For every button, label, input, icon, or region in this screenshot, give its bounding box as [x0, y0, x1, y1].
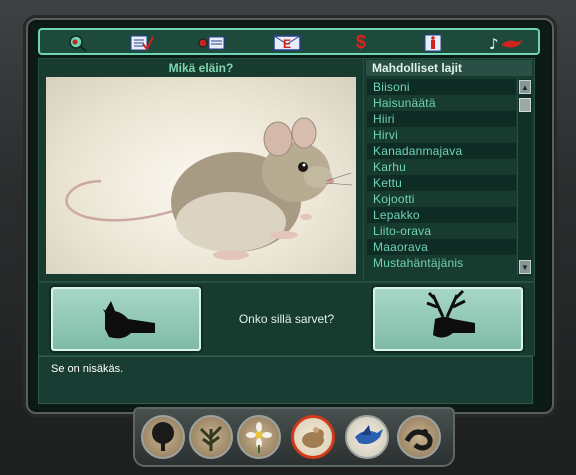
list-item[interactable]: Maaorava	[367, 239, 516, 255]
svg-text:E: E	[283, 37, 291, 51]
species-list-title: Mahdolliset lajit	[366, 60, 532, 76]
hornless-deer-head-silhouette-icon	[53, 289, 199, 349]
list-item[interactable]: Kanadanmajava	[367, 143, 516, 159]
list-item[interactable]: Kojootti	[367, 191, 516, 207]
mouse-illustration	[46, 77, 356, 274]
list-item[interactable]: Mustahäntäjänis	[367, 255, 516, 271]
music-bird-icon[interactable]: ♪	[486, 33, 526, 52]
reptile-icon[interactable]	[397, 415, 441, 459]
plant-icon[interactable]	[189, 415, 233, 459]
species-panel: Mahdolliset lajit Biisoni Haisunäätä Hii…	[363, 58, 535, 282]
scroll-down-button[interactable]: ▼	[519, 260, 531, 274]
decision-panel: Onko sillä sarvet?	[38, 282, 535, 356]
email-icon[interactable]: E	[272, 33, 302, 52]
checklist-icon[interactable]	[126, 33, 156, 52]
tree-icon[interactable]	[141, 415, 185, 459]
dollar-icon[interactable]: $	[346, 32, 376, 52]
output-panel: Se on nisäkäs.	[38, 356, 533, 404]
identification-question: Onko sillä sarvet?	[238, 312, 335, 326]
bird-icon[interactable]	[345, 415, 389, 459]
no-horns-button[interactable]	[51, 287, 201, 351]
mammal-icon[interactable]	[291, 415, 335, 459]
list-item[interactable]: Karhu	[367, 159, 516, 175]
category-tray	[133, 407, 455, 467]
toolbar: E $ ♪	[38, 28, 540, 55]
antlered-deer-head-silhouette-icon	[375, 289, 521, 349]
output-text: Se on nisäkäs.	[51, 363, 124, 375]
species-scrollbar[interactable]: ▲ ▼	[517, 79, 532, 276]
has-horns-button[interactable]	[373, 287, 523, 351]
list-item[interactable]: Hirvi	[367, 127, 516, 143]
info-icon[interactable]	[418, 33, 448, 52]
scroll-thumb[interactable]	[519, 98, 531, 112]
list-item[interactable]: Lepakko	[367, 207, 516, 223]
search-magnifier-icon[interactable]	[62, 33, 92, 52]
list-item[interactable]: Haisunäätä	[367, 95, 516, 111]
app-window: E $ ♪ Mikä eläin? Mahdolliset lajit Biis…	[0, 0, 576, 475]
scroll-up-button[interactable]: ▲	[519, 80, 531, 94]
list-item[interactable]: Liito-orava	[367, 223, 516, 239]
species-list: Biisoni Haisunäätä Hiiri Hirvi Kanadanma…	[367, 79, 516, 276]
list-item[interactable]: Hiiri	[367, 111, 516, 127]
svg-text:♪: ♪	[489, 35, 499, 52]
list-item[interactable]: Biisoni	[367, 79, 516, 95]
question-title: Mikä eläin?	[168, 61, 234, 75]
question-panel: Mikä eläin?	[38, 58, 364, 282]
list-item[interactable]: Kettu	[367, 175, 516, 191]
bug-card-icon[interactable]	[196, 33, 226, 52]
flower-icon[interactable]	[237, 415, 281, 459]
